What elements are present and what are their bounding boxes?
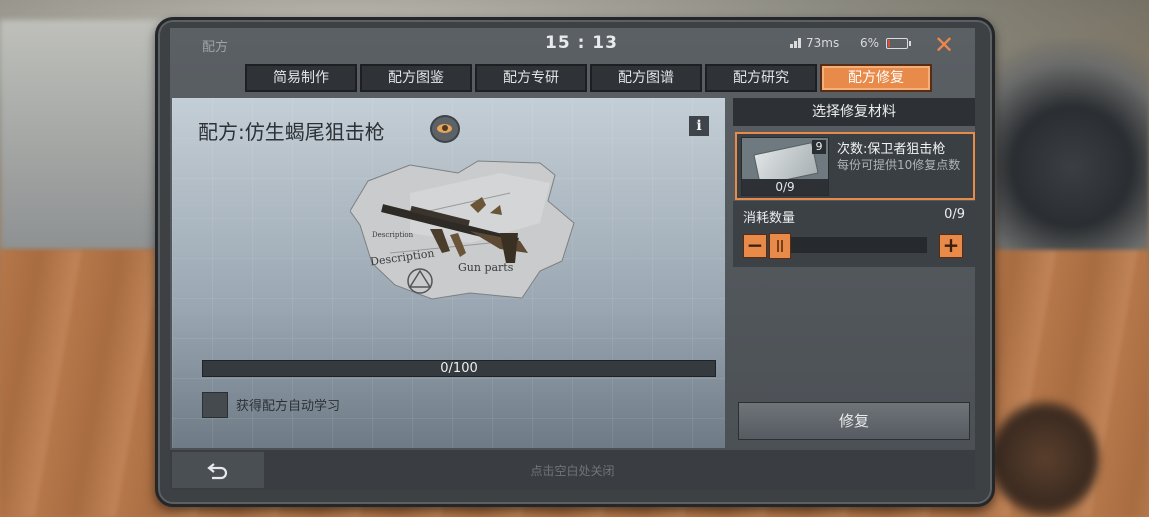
ping-text: 73ms [806,36,840,50]
tab-recipe-catalog[interactable]: 配方图鉴 [360,64,472,92]
status-bar: 配方 15 : 13 73ms 6% ✕ [170,28,975,62]
auto-learn-label: 获得配方自动学习 [236,399,341,414]
window-title: 配方 [202,40,229,55]
quantity-slider-handle[interactable] [769,233,791,259]
repair-button[interactable]: 修复 [738,402,970,440]
tab-recipe-repair[interactable]: 配方修复 [820,64,932,92]
material-count: 0/9 [742,179,828,195]
recipe-panel: 配方:仿生蝎尾狙击枪 i Description Gun parts Descr… [172,98,725,448]
bottom-bar: 点击空白处关闭 [170,450,975,490]
tab-recipe-study[interactable]: 配方专研 [475,64,587,92]
material-card[interactable]: 9 0/9 次数:保卫者狙击枪 每份可提供10修复点数 [735,132,975,200]
back-arrow-icon [207,463,228,480]
material-thumbnail: 9 0/9 [741,137,829,196]
close-hint[interactable]: 点击空白处关闭 [170,462,975,479]
quantity-slider-track[interactable] [769,237,927,253]
blueprint-image: Description Gun parts Description [349,153,580,303]
blueprint-label-gun-parts: Gun parts [458,261,514,274]
tab-recipe-research[interactable]: 配方研究 [705,64,817,92]
auto-learn-checkbox[interactable] [202,392,228,418]
blueprint-paper-icon [349,160,575,300]
back-button[interactable] [172,452,264,488]
background-machine [995,40,1149,270]
close-icon[interactable]: ✕ [931,32,957,58]
info-icon[interactable]: i [689,116,709,136]
progress-text: 0/100 [440,361,478,376]
consume-label: 消耗数量 [743,211,796,226]
recipe-window: 配方 15 : 13 73ms 6% ✕ 简易制作 配方图鉴 配方专研 配方图谱… [170,28,975,490]
tab-bar: 简易制作 配方图鉴 配方专研 配方图谱 配方研究 配方修复 [245,64,932,92]
consume-quantity-box: 消耗数量 0/9 − + [733,201,975,267]
blueprint-label-small: Description [372,231,414,239]
tab-simple-craft[interactable]: 简易制作 [245,64,357,92]
battery-icon [886,38,911,49]
recipe-progress-bar: 0/100 [202,360,716,377]
increase-button[interactable]: + [939,234,963,258]
recipe-title: 配方:仿生蝎尾狙击枪 [198,120,385,144]
material-description: 每份可提供10修复点数 [837,158,961,172]
material-badge: 9 [812,140,826,154]
material-name: 次数:保卫者狙击枪 [837,142,946,157]
consume-value: 0/9 [944,207,965,222]
background-wall [0,20,170,250]
tab-recipe-map[interactable]: 配方图谱 [590,64,702,92]
eye-icon[interactable] [430,115,460,143]
background-pot [990,400,1100,517]
signal-icon [790,38,804,48]
battery-percent: 6% [860,36,880,50]
clock: 15 : 13 [545,33,618,53]
decrease-button[interactable]: − [743,234,767,258]
repair-materials-header: 选择修复材料 [733,98,975,126]
